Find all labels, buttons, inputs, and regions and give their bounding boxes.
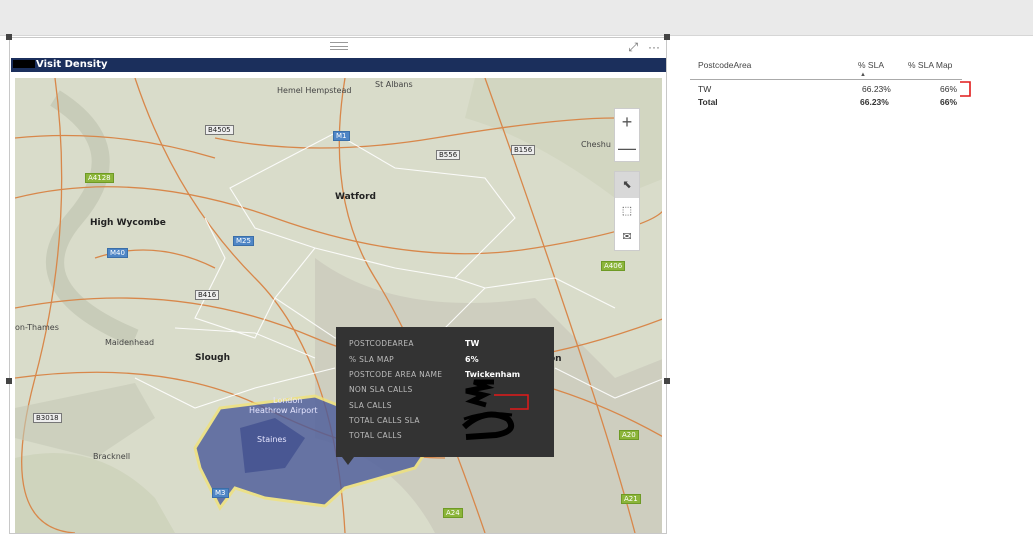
road-label: B416 (195, 290, 220, 300)
more-options-icon[interactable]: ··· (648, 40, 660, 55)
total-sla: 66.23% (860, 97, 889, 107)
map-label-maidenhead: Maidenhead (105, 338, 155, 347)
annotation-bracket (960, 81, 971, 97)
road-label: B4505 (205, 125, 234, 135)
drag-grip-icon[interactable] (330, 42, 348, 50)
table-cell: TW (698, 84, 712, 94)
zoom-in-button[interactable]: + (615, 109, 639, 135)
map-label-staines: Staines (257, 435, 287, 444)
redaction-mark (13, 60, 35, 68)
map-canvas[interactable]: Hemel Hempstead St Albans Watford High W… (15, 78, 662, 533)
sort-arrow-icon: ▲ (860, 72, 866, 78)
map-label-hemel-hempstead: Hemel Hempstead (277, 86, 352, 95)
pointer-select-icon[interactable]: ⬉ (615, 172, 639, 198)
map-label-watford: Watford (335, 192, 376, 202)
column-header-sla-map[interactable]: % SLA Map (908, 60, 952, 70)
map-label-heathrow-airport: Heathrow Airport (249, 406, 318, 415)
road-label: A4128 (85, 173, 114, 183)
table-cell: 66.23% (862, 84, 891, 94)
table-cell: 66% (940, 84, 958, 94)
total-sla-map: 66% (940, 97, 958, 107)
road-label: A406 (601, 261, 626, 271)
map-label-high-wycombe: High Wycombe (90, 218, 166, 228)
visual-title: Visit Density (11, 58, 666, 72)
map-visual[interactable]: ⤢ ··· Visit Density Hemel Hempstead St A… (6, 34, 670, 534)
header-divider (690, 79, 962, 80)
road-label: B556 (436, 150, 461, 160)
road-label: M1 (333, 131, 350, 141)
map-label-london: London (273, 396, 303, 405)
redaction-scribble (461, 379, 529, 440)
report-canvas: ⤢ ··· Visit Density Hemel Hempstead St A… (0, 0, 1033, 534)
column-header-sla[interactable]: % SLA (858, 60, 884, 70)
road-label: A20 (619, 430, 639, 440)
zoom-out-button[interactable]: — (615, 135, 639, 161)
map-label-st-albans: St Albans (375, 80, 413, 89)
focus-mode-icon[interactable]: ⤢ (628, 40, 638, 55)
column-header-postcodearea[interactable]: PostcodeArea (698, 60, 751, 70)
selection-tools: ⬉ ⬚ ✉ (614, 171, 640, 251)
map-label-on-thames: on-Thames (15, 323, 59, 332)
total-label: Total (698, 97, 718, 107)
map-base-svg (15, 78, 662, 533)
road-label: B156 (511, 145, 536, 155)
resize-handle[interactable] (664, 378, 670, 384)
road-label: M40 (107, 248, 128, 258)
resize-handle[interactable] (6, 34, 12, 40)
report-top-bar (0, 0, 1033, 36)
map-label-cheshunt: Cheshu (581, 140, 611, 149)
resize-handle[interactable] (6, 378, 12, 384)
rectangle-select-icon[interactable]: ⬚ (615, 198, 639, 224)
map-label-slough: Slough (195, 353, 231, 363)
zoom-control: + — (614, 108, 640, 162)
visual-title-text: Visit Density (36, 59, 108, 70)
road-label: M25 (233, 236, 254, 246)
map-tooltip: POSTCODEAREA TW % SLA MAP 6% POSTCODE AR… (336, 327, 554, 465)
road-label: M3 (212, 488, 229, 498)
road-label: B3018 (33, 413, 62, 423)
map-label-bracknell: Bracknell (93, 452, 131, 461)
road-label: A21 (621, 494, 641, 504)
resize-handle[interactable] (664, 34, 670, 40)
road-label: A24 (443, 508, 463, 518)
lasso-select-icon[interactable]: ✉ (615, 224, 639, 250)
